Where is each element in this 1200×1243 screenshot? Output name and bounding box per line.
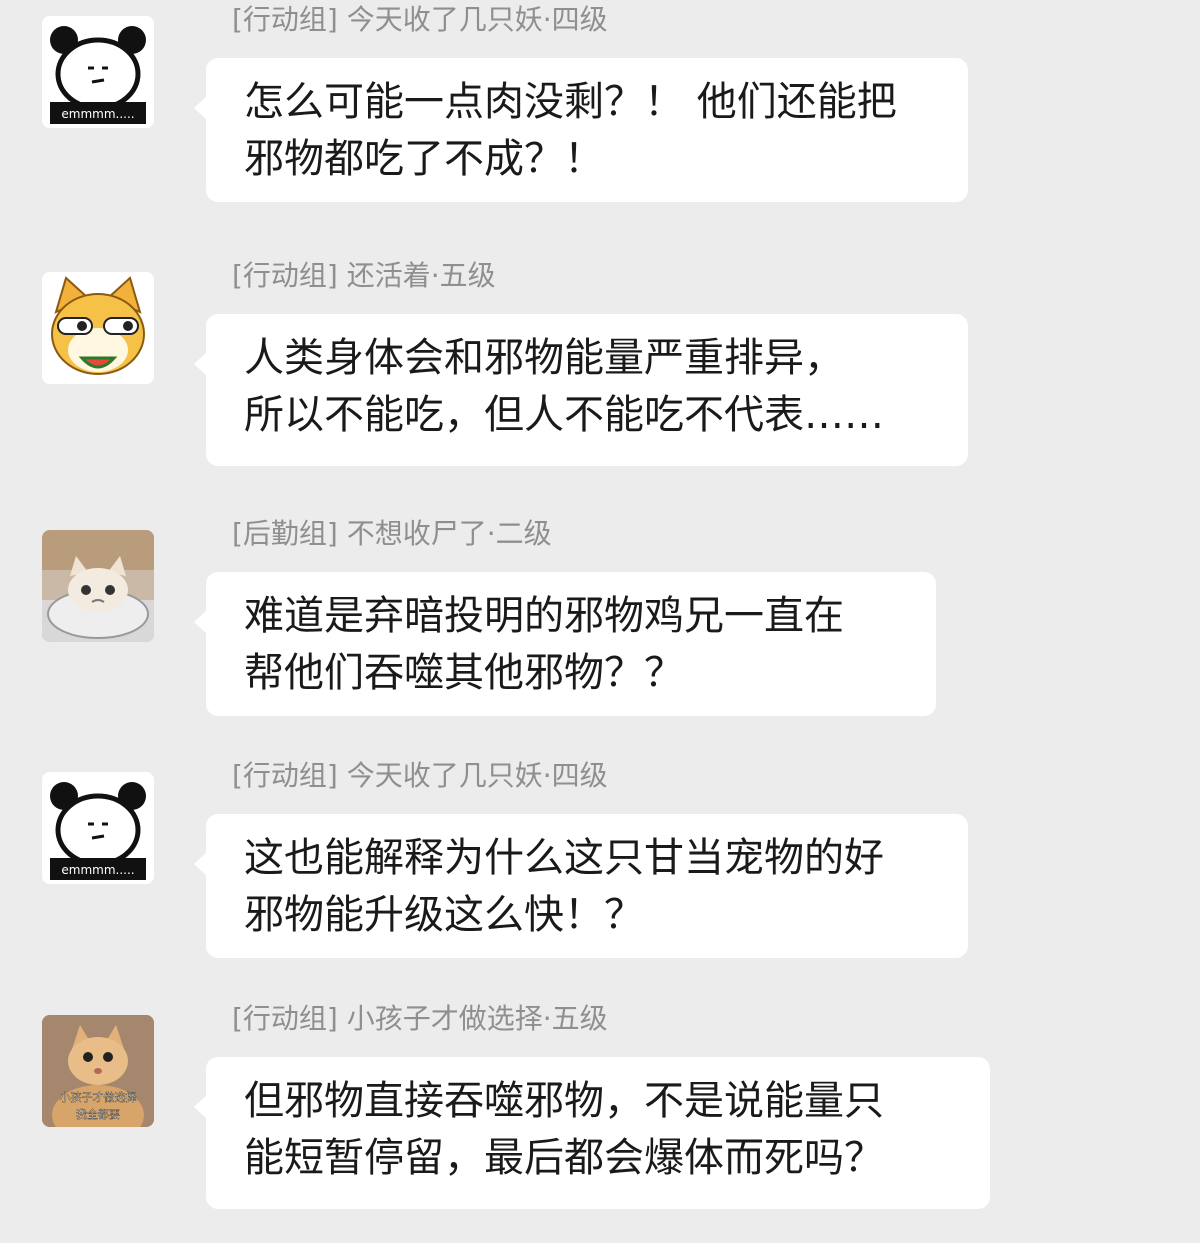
message-bubble[interactable]: 人类身体会和邪物能量严重排异， 所以不能吃，但人不能吃不代表…… xyxy=(194,314,968,466)
shiba-dog-icon[interactable] xyxy=(42,272,154,384)
message-text-line: 人类身体会和邪物能量严重排异， xyxy=(244,335,844,381)
message-text-line: 所以不能吃，但人不能吃不代表…… xyxy=(244,392,884,438)
message-text-line: 怎么可能一点肉没剩？！ 他们还能把 xyxy=(244,79,897,125)
sender-name: [后勤组] 不想收尸了·二级 xyxy=(232,517,552,550)
message-text-line: 这也能解释为什么这只甘当宠物的好 xyxy=(244,835,884,881)
avatar-caption-line: 小孩子才做选择 xyxy=(60,1090,137,1104)
message-text-line: 帮他们吞噬其他邪物？？ xyxy=(244,650,684,696)
cat-meme-icon[interactable]: 小孩子才做选择 我全都要 xyxy=(42,1015,154,1127)
message-text-line: 能短暂停留，最后都会爆体而死吗？ xyxy=(244,1135,884,1181)
sender-name: [行动组] 今天收了几只妖·四级 xyxy=(232,3,608,36)
panda-emmmm-icon[interactable]: emmmm..... xyxy=(42,772,154,884)
avatar-caption: emmmm..... xyxy=(61,863,134,877)
message-text-line: 邪物都吃了不成？！ xyxy=(244,136,604,182)
message-bubble[interactable]: 这也能解释为什么这只甘当宠物的好 邪物能升级这么快！？ xyxy=(194,814,968,958)
message-text-line: 难道是弃暗投明的邪物鸡兄一直在 xyxy=(244,593,844,639)
message-bubble[interactable]: 但邪物直接吞噬邪物，不是说能量只 能短暂停留，最后都会爆体而死吗？ xyxy=(194,1057,990,1209)
crying-cat-icon[interactable] xyxy=(42,530,154,642)
sender-name: [行动组] 还活着·五级 xyxy=(232,259,496,292)
panda-emmmm-icon[interactable]: emmmm..... xyxy=(42,16,154,128)
message-bubble[interactable]: 难道是弃暗投明的邪物鸡兄一直在 帮他们吞噬其他邪物？？ xyxy=(194,572,936,716)
sender-name: [行动组] 小孩子才做选择·五级 xyxy=(232,1002,608,1035)
message-text-line: 邪物能升级这么快！？ xyxy=(244,892,644,938)
message-text-line: 但邪物直接吞噬邪物，不是说能量只 xyxy=(244,1078,884,1124)
sender-name: [行动组] 今天收了几只妖·四级 xyxy=(232,759,608,792)
avatar-caption-line: 我全都要 xyxy=(76,1107,120,1121)
message-bubble[interactable]: 怎么可能一点肉没剩？！ 他们还能把 邪物都吃了不成？！ xyxy=(194,58,968,202)
avatar-caption: emmmm..... xyxy=(61,107,134,121)
